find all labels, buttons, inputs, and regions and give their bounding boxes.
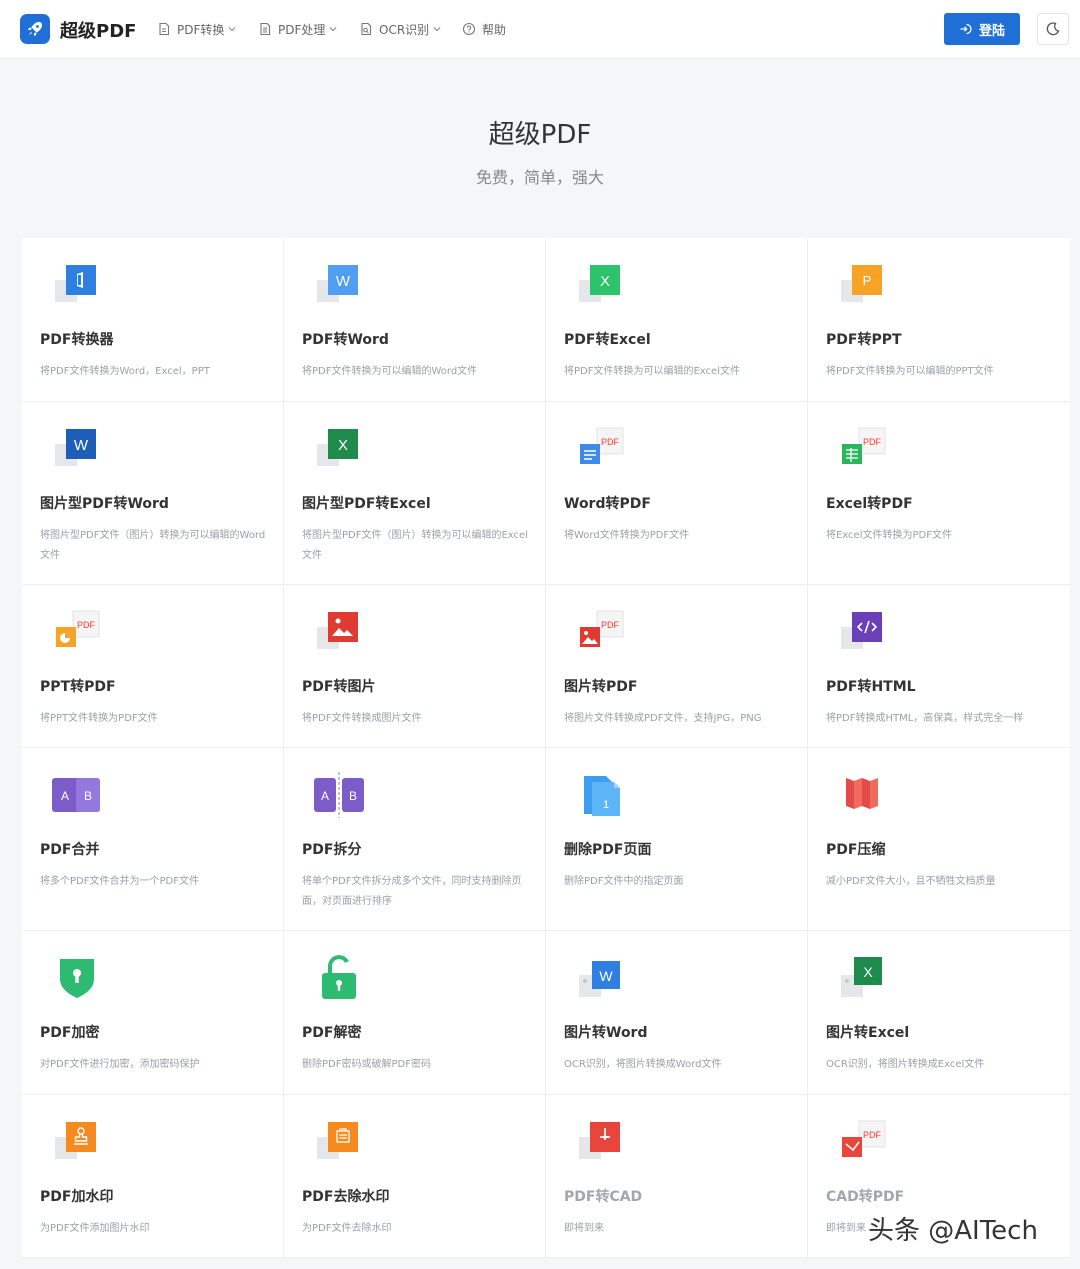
tool-card-pdf-to-excel[interactable]: X PDF转Excel 将PDF文件转换为可以编辑的Excel文件 <box>546 238 808 402</box>
image-icon <box>317 612 358 649</box>
svg-text:B: B <box>84 789 92 803</box>
tool-card-pdf-to-cad[interactable]: PDF转CAD 即将到来 <box>546 1095 808 1258</box>
chevron-down-icon <box>433 27 441 32</box>
tool-card-pdf-decrypt[interactable]: PDF解密 删除PDF密码或破解PDF密码 <box>284 931 546 1095</box>
svg-text:X: X <box>600 273 610 290</box>
tool-card-image-pdf-to-word[interactable]: W 图片型PDF转Word 将图片型PDF文件（图片）转换为可以编辑的Word文… <box>22 402 284 585</box>
tool-card-delete-pages[interactable]: 1 删除PDF页面 删除PDF文件中的指定页面 <box>546 748 808 931</box>
svg-text:P: P <box>863 273 872 288</box>
watermark-text: 头条 @AITech <box>868 1216 1038 1246</box>
cad-icon <box>579 1122 620 1159</box>
top-navbar: 超级PDF PDF转换 PDF处理 OCR识别 帮助 登陆 <box>0 0 1080 59</box>
tool-card-image-to-pdf[interactable]: PDF 图片转PDF 将图片文件转换成PDF文件，支持JPG，PNG <box>546 585 808 748</box>
nav-pdf-process[interactable]: PDF处理 <box>258 20 337 38</box>
svg-text:1: 1 <box>603 799 609 811</box>
chevron-down-icon <box>229 27 236 32</box>
svg-text:X: X <box>863 964 873 980</box>
brand-name[interactable]: 超级PDF <box>60 17 136 43</box>
tool-card-pdf-compress[interactable]: PDF压缩 减小PDF文件大小，且不牺牲文档质量 <box>808 748 1070 931</box>
tool-row: A B PDF合并 将多个PDF文件合并为一个PDF文件 A B PDF拆分 将… <box>22 748 1070 931</box>
tool-card-image-to-excel[interactable]: X 图片转Excel OCR识别，将图片转换成Excel文件 <box>808 931 1070 1095</box>
login-button[interactable]: 登陆 <box>944 13 1020 45</box>
ocr-word-icon: W <box>579 961 620 997</box>
stamp-icon <box>55 1122 96 1159</box>
excel-icon: X <box>579 265 620 302</box>
file-icon <box>159 22 170 36</box>
nav-ocr[interactable]: OCR识别 <box>359 20 441 38</box>
login-label: 登陆 <box>978 23 1005 39</box>
tool-card-pdf-watermark[interactable]: PDF加水印 为PDF文件添加图片水印 <box>22 1095 284 1258</box>
word-icon: W <box>317 265 358 302</box>
shield-lock-icon <box>60 959 94 998</box>
tool-card-pdf-merge[interactable]: A B PDF合并 将多个PDF文件合并为一个PDF文件 <box>22 748 284 931</box>
tool-card-pdf-converter[interactable]: PDF转换器 将PDF文件转换为Word，Excel，PPT <box>22 238 284 402</box>
file-list-icon <box>260 22 271 36</box>
delete-pages-icon: 1 <box>584 776 620 816</box>
compress-icon <box>846 778 878 809</box>
merge-ab-icon: A B <box>52 778 100 812</box>
html-code-icon <box>841 612 882 649</box>
tool-card-word-to-pdf[interactable]: PDF Word转PDF 将Word文件转换为PDF文件 <box>546 402 808 585</box>
svg-text:W: W <box>599 968 613 984</box>
ppt-to-pdf-icon: PDF <box>56 610 100 647</box>
unlock-icon <box>322 955 356 999</box>
chevron-down-icon <box>330 27 337 32</box>
tool-row: W 图片型PDF转Word 将图片型PDF文件（图片）转换为可以编辑的Word文… <box>22 402 1070 585</box>
nav-pdf-convert[interactable]: PDF转换 <box>157 20 236 38</box>
ppt-icon: P <box>841 265 882 302</box>
svg-text:PDF: PDF <box>601 437 620 447</box>
tool-card-image-to-word[interactable]: W 图片转Word OCR识别，将图片转换成Word文件 <box>546 931 808 1095</box>
tool-card-excel-to-pdf[interactable]: PDF Excel转PDF 将Excel文件转换为PDF文件 <box>808 402 1070 585</box>
page-title: 超级PDF <box>488 120 592 150</box>
svg-text:PDF: PDF <box>863 1130 882 1140</box>
excel-dark-icon: X <box>317 429 358 466</box>
svg-text:B: B <box>349 789 357 803</box>
excel-to-pdf-icon: PDF <box>842 427 886 464</box>
tool-card-image-pdf-to-excel[interactable]: X 图片型PDF转Excel 将图片型PDF文件（图片）转换为可以编辑的Exce… <box>284 402 546 585</box>
page-subtitle: 免费，简单，强大 <box>475 168 604 187</box>
rocket-logo-icon[interactable] <box>20 14 50 44</box>
moon-icon <box>1046 22 1060 36</box>
tool-row: PDF加密 对PDF文件进行加密，添加密码保护 PDF解密 删除PDF密码或破解… <box>22 931 1070 1095</box>
word-to-pdf-icon: PDF <box>580 427 624 464</box>
svg-text:PDF: PDF <box>863 437 882 447</box>
theme-toggle-button[interactable] <box>1037 13 1069 45</box>
tool-card-pdf-encrypt[interactable]: PDF加密 对PDF文件进行加密，添加密码保护 <box>22 931 284 1095</box>
tool-card-pdf-to-word[interactable]: W PDF转Word 将PDF文件转换为可以编辑的Word文件 <box>284 238 546 402</box>
login-icon <box>960 23 972 35</box>
tool-card-pdf-to-ppt[interactable]: P PDF转PPT 将PDF文件转换为可以编辑的PPT文件 <box>808 238 1070 402</box>
tool-card-ppt-to-pdf[interactable]: PDF PPT转PDF 将PPT文件转换为PDF文件 <box>22 585 284 748</box>
svg-text:A: A <box>61 789 69 803</box>
svg-text:W: W <box>336 273 351 290</box>
svg-text:PDF: PDF <box>77 620 96 630</box>
help-circle-icon <box>462 22 476 36</box>
image-to-pdf-icon: PDF <box>580 610 624 647</box>
cad-to-pdf-icon: PDF <box>842 1120 886 1157</box>
svg-text:W: W <box>74 437 89 454</box>
svg-text:PDF: PDF <box>601 620 620 630</box>
ocr-excel-icon: X <box>841 957 882 997</box>
tool-row: PDF PPT转PDF 将PPT文件转换为PDF文件 PDF转图片 将PDF文件… <box>22 585 1070 748</box>
tool-card-pdf-to-image[interactable]: PDF转图片 将PDF文件转换成图片文件 <box>284 585 546 748</box>
word-dark-icon: W <box>55 429 96 466</box>
split-ab-icon: A B <box>314 772 364 818</box>
office-icon <box>55 265 96 302</box>
svg-text:X: X <box>338 437 348 454</box>
tool-row: PDF转换器 将PDF文件转换为Word，Excel，PPT W PDF转Wor… <box>22 238 1070 402</box>
remove-stamp-icon <box>317 1122 358 1159</box>
file-scan-icon <box>361 22 372 36</box>
tool-card-pdf-split[interactable]: A B PDF拆分 将单个PDF文件拆分成多个文件，同时支持删除页面，对页面进行… <box>284 748 546 931</box>
svg-text:A: A <box>321 789 329 803</box>
tool-card-pdf-to-html[interactable]: PDF转HTML 将PDF转换成HTML，高保真，样式完全一样 <box>808 585 1070 748</box>
tool-card-remove-watermark[interactable]: PDF去除水印 为PDF文件去除水印 <box>284 1095 546 1258</box>
nav-help[interactable]: 帮助 <box>462 20 506 38</box>
tool-grid: PDF转换器 将PDF文件转换为Word，Excel，PPT W PDF转Wor… <box>22 238 1070 1258</box>
